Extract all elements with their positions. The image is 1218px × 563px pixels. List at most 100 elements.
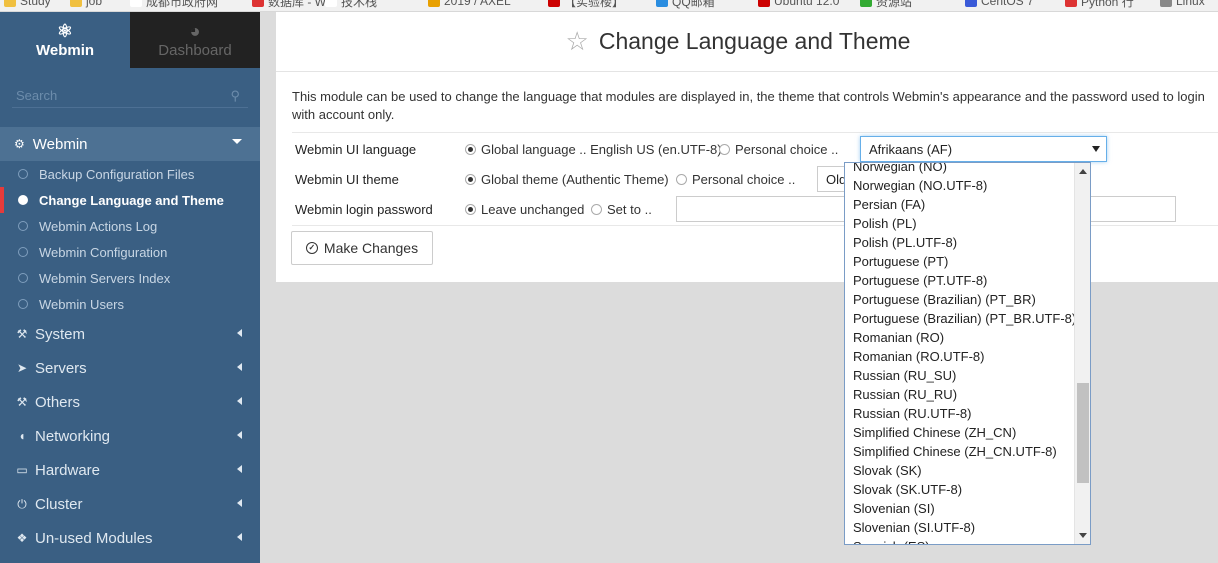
dropdown-option[interactable]: Portuguese (PT.UTF-8) (845, 271, 1075, 290)
bookmark-item[interactable]: 2019 / AXEL (428, 0, 511, 8)
radio-checked-icon (465, 143, 476, 155)
search-input[interactable] (12, 84, 212, 106)
dropdown-option[interactable]: Norwegian (NO) (845, 163, 1075, 176)
dropdown-option[interactable]: Portuguese (PT) (845, 252, 1075, 271)
category-hardware[interactable]: ▭ Hardware (0, 453, 260, 487)
password-set-radio[interactable]: Set to .. (591, 202, 652, 217)
category-cluster[interactable]: ⏻ Cluster (0, 487, 260, 521)
bookmark-item[interactable]: Linux (1160, 0, 1205, 8)
password-label: Webmin login password (295, 201, 433, 217)
dropdown-option[interactable]: Slovak (SK) (845, 461, 1075, 480)
sidebar-item-change-language-and-theme[interactable]: Change Language and Theme (0, 187, 260, 213)
scroll-thumb[interactable] (1077, 383, 1089, 483)
red-icon (548, 0, 560, 7)
category-label: Servers (35, 359, 87, 377)
category-label: Others (35, 393, 81, 411)
bookmark-label: 成都市政府网 (146, 0, 219, 9)
language-personal-radio[interactable]: Personal choice .. (719, 142, 838, 157)
dropdown-arrow-icon (1092, 146, 1100, 152)
bookmark-item[interactable]: Ubuntu 12.0 (758, 0, 839, 8)
dropdown-option[interactable]: Romanian (RO.UTF-8) (845, 347, 1075, 366)
sidebar-item-label: Webmin Configuration (39, 244, 168, 260)
dropdown-option[interactable]: Simplified Chinese (ZH_CN.UTF-8) (845, 442, 1075, 461)
dropdown-option[interactable]: Slovenian (SI.UTF-8) (845, 518, 1075, 537)
bookmark-item[interactable]: CentOS 7 (965, 0, 1034, 8)
sidebar-item-webmin-users[interactable]: Webmin Users (0, 291, 260, 317)
search-icon[interactable]: ⚲ (230, 88, 240, 104)
category-servers[interactable]: ➤ Servers (0, 351, 260, 385)
dropdown-scrollbar[interactable] (1074, 163, 1090, 544)
category-un-used-modules[interactable]: ❖ Un-used Modules (0, 521, 260, 555)
tab-webmin-label: Webmin (35, 41, 95, 59)
circle-icon (18, 169, 28, 179)
bookmark-item[interactable]: 成都市政府网 (130, 0, 219, 9)
dropdown-option[interactable]: Slovak (SK.UTF-8) (845, 480, 1075, 499)
dropdown-option[interactable]: Russian (RU_SU) (845, 366, 1075, 385)
theme-global-radio[interactable]: Global theme (Authentic Theme) (465, 172, 669, 187)
dropdown-option[interactable]: Portuguese (Brazilian) (PT_BR) (845, 290, 1075, 309)
sidebar-item-webmin-actions-log[interactable]: Webmin Actions Log (0, 213, 260, 239)
bookmark-label: 【实验楼】 (564, 0, 625, 9)
bookmark-item[interactable]: 数据库 - W (252, 0, 326, 9)
sidebar-item-webmin-servers-index[interactable]: Webmin Servers Index (0, 265, 260, 291)
star-icon[interactable]: ☆ (566, 26, 589, 57)
dropdown-option[interactable]: Slovenian (SI) (845, 499, 1075, 518)
yellow-icon (428, 0, 440, 7)
bookmark-item[interactable]: 技术栈 (325, 0, 378, 9)
sidebar-search: ⚲ (12, 84, 248, 108)
category-networking[interactable]: ◖ Networking (0, 419, 260, 453)
make-changes-button[interactable]: ✓ Make Changes (291, 231, 433, 265)
hdd-icon: ▭ (16, 463, 28, 477)
scroll-up-icon[interactable] (1079, 169, 1087, 174)
bookmark-item[interactable]: 资源站 (860, 0, 913, 9)
sidebar-item-label: Webmin Users (39, 296, 125, 312)
blue-icon (965, 0, 977, 7)
dropdown-option[interactable]: Polish (PL.UTF-8) (845, 233, 1075, 252)
puzzle-icon: ❖ (16, 531, 28, 545)
bookmark-label: QQ邮箱 (672, 0, 715, 9)
dropdown-option[interactable]: Romanian (RO) (845, 328, 1075, 347)
sidebar-item-backup-configuration-files[interactable]: Backup Configuration Files (0, 161, 260, 187)
category-label: Hardware (35, 461, 101, 479)
bookmark-item[interactable]: 【实验楼】 (548, 0, 625, 9)
theme-personal-radio[interactable]: Personal choice .. (676, 172, 795, 187)
category-label: Cluster (35, 495, 83, 513)
language-global-radio[interactable]: Global language .. English US (en.UTF-8) (465, 142, 722, 157)
category-system[interactable]: ⚒ System (0, 317, 260, 351)
dropdown-option[interactable]: Polish (PL) (845, 214, 1075, 233)
bookmark-item[interactable]: Study (4, 0, 51, 8)
category-label: Un-used Modules (35, 529, 153, 547)
bookmark-item[interactable]: Python 行 (1065, 0, 1134, 9)
dropdown-option[interactable]: Portuguese (Brazilian) (PT_BR.UTF-8) (845, 309, 1076, 328)
bookmark-label: 资源站 (876, 0, 913, 9)
caret-left-icon (237, 397, 242, 405)
language-select[interactable]: Afrikaans (AF) (860, 136, 1107, 162)
radio-unchecked-icon (676, 173, 687, 185)
tab-dashboard[interactable]: ◕ Dashboard (130, 12, 260, 68)
category-label: Networking (35, 427, 111, 445)
radio-checked-icon (465, 203, 476, 215)
category-webmin[interactable]: ⚙ Webmin (0, 127, 260, 161)
dropdown-option[interactable]: Persian (FA) (845, 195, 1075, 214)
dropdown-option[interactable]: Simplified Chinese (ZH_CN) (845, 423, 1075, 442)
sidebar-item-webmin-configuration[interactable]: Webmin Configuration (0, 239, 260, 265)
password-leave-radio[interactable]: Leave unchanged (465, 202, 584, 217)
language-dropdown-list[interactable]: Norwegian (NO) Norwegian (NO.UTF-8) Persia… (844, 162, 1091, 545)
bookmark-item[interactable]: job (70, 0, 102, 8)
green-icon (860, 0, 872, 7)
category-others[interactable]: ⚒ Others (0, 385, 260, 419)
bookmark-item[interactable]: QQ邮箱 (656, 0, 715, 9)
dropdown-option[interactable]: Russian (RU.UTF-8) (845, 404, 1075, 423)
power-icon: ⏻ (17, 496, 27, 511)
folder-icon (4, 0, 16, 7)
dropdown-option[interactable]: Norwegian (NO.UTF-8) (845, 176, 1075, 195)
dropdown-option[interactable]: Spanish (ES) (845, 537, 1075, 544)
scroll-down-icon[interactable] (1079, 533, 1087, 538)
dropdown-option[interactable]: Russian (RU_RU) (845, 385, 1075, 404)
bookmark-label: 技术栈 (341, 0, 378, 9)
page-icon (325, 0, 337, 7)
language-personal-label: Personal choice .. (735, 141, 839, 157)
category-label: System (35, 325, 86, 343)
tab-webmin[interactable]: ⚛ Webmin (0, 12, 130, 68)
gear-icon: ⚙ (14, 137, 25, 151)
